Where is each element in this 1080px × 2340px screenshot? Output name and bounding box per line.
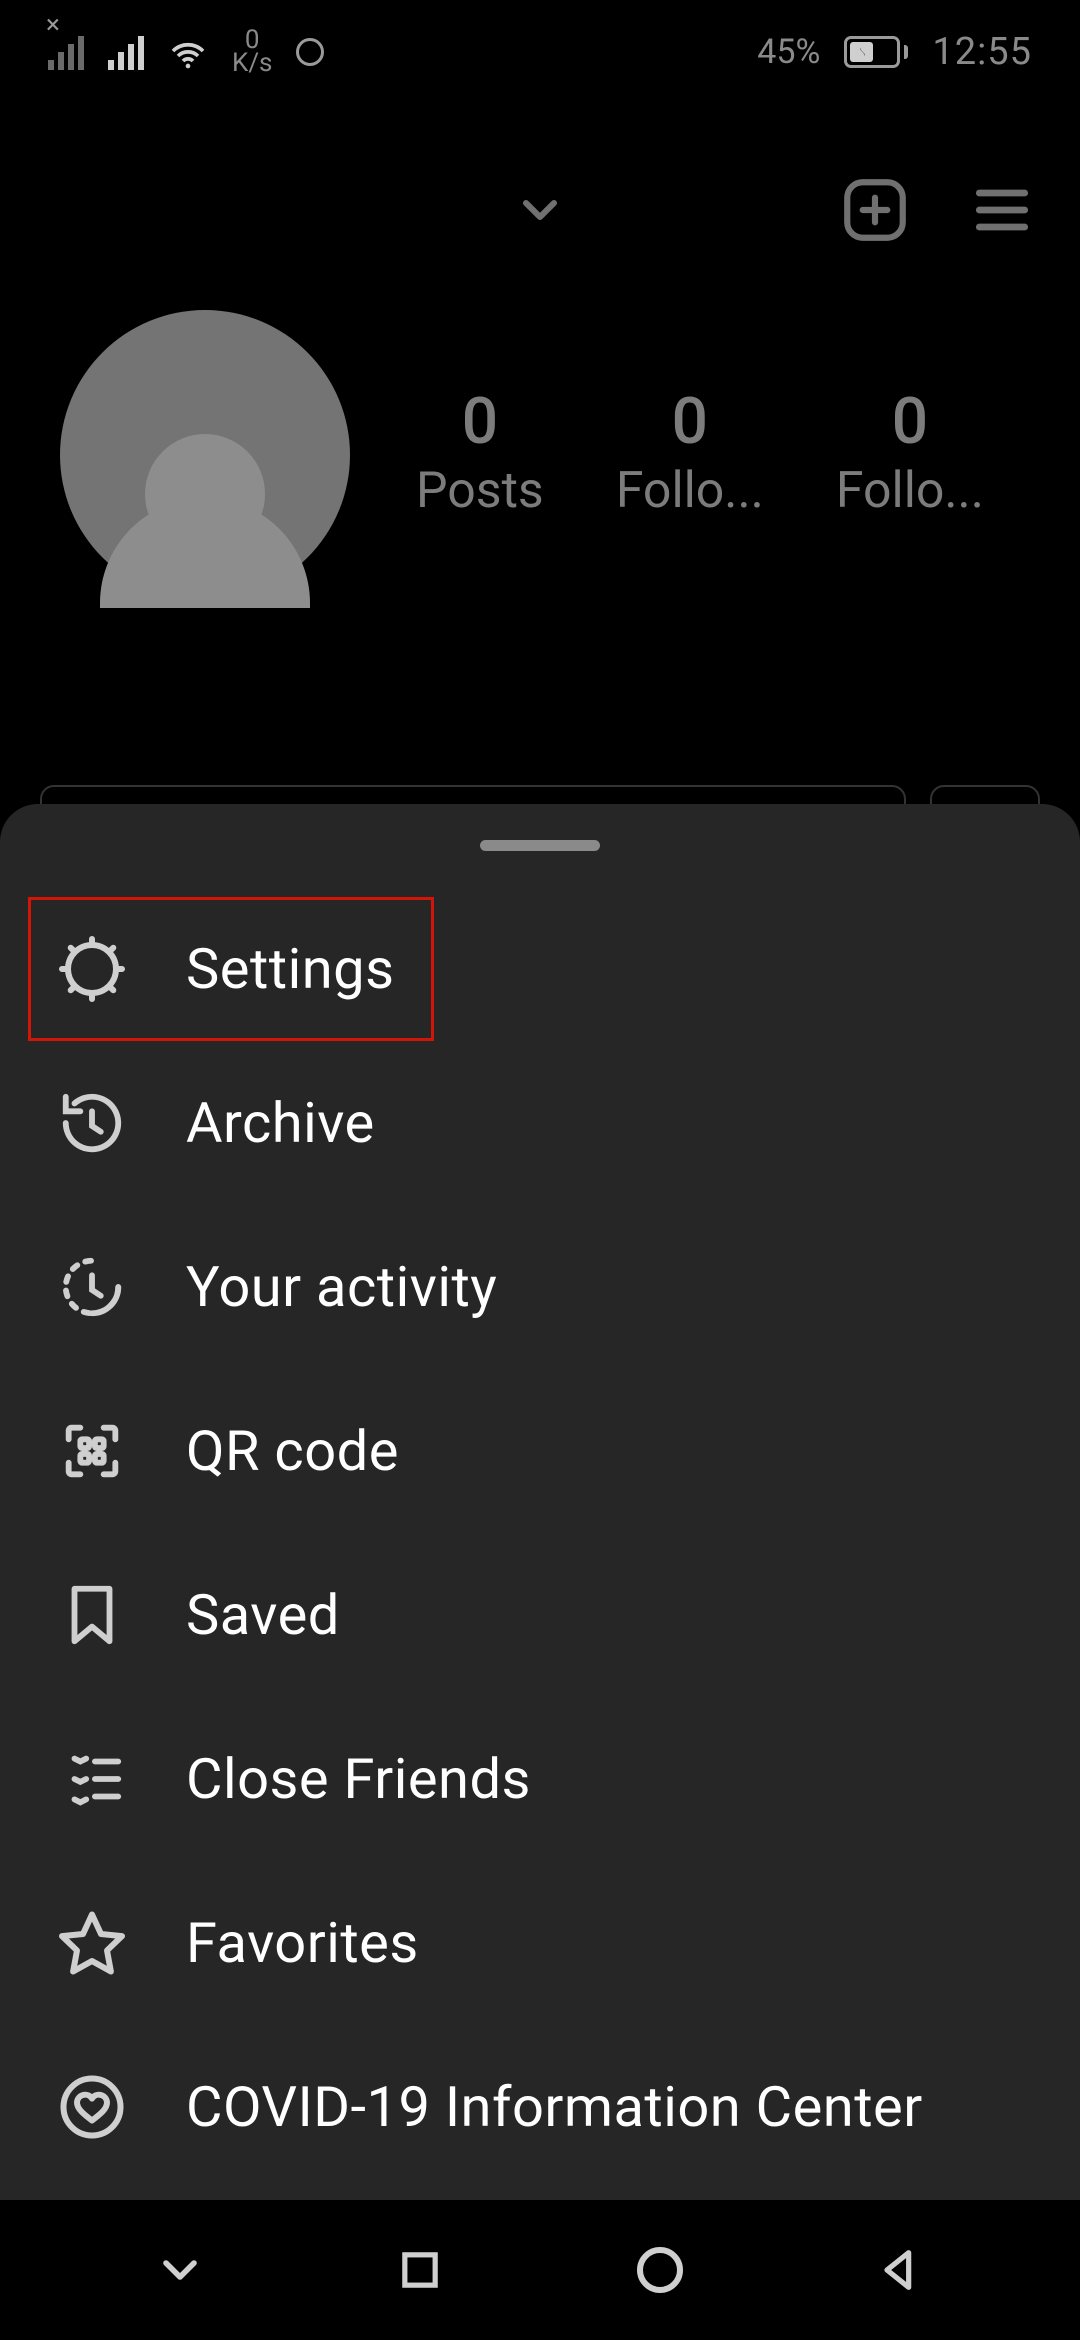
nav-recents[interactable] xyxy=(380,2230,460,2310)
menu-item-label: Favorites xyxy=(186,1910,419,1976)
menu-item-settings[interactable]: Settings xyxy=(28,897,434,1041)
stat-following-label: Follo... xyxy=(836,462,984,520)
hamburger-menu-button[interactable] xyxy=(968,176,1036,244)
close-friends-icon xyxy=(56,1743,128,1815)
menu-list: Settings Archive Your activity QR code S xyxy=(0,897,1080,2189)
stat-followers-label: Follo... xyxy=(616,462,764,520)
menu-item-label: Archive xyxy=(186,1090,375,1156)
heart-circle-icon xyxy=(56,2071,128,2143)
stat-following[interactable]: 0 Follo... xyxy=(836,390,984,520)
system-nav-bar xyxy=(0,2200,1080,2340)
menu-item-archive[interactable]: Archive xyxy=(0,1041,1080,1205)
menu-item-label: COVID-19 Information Center xyxy=(186,2074,923,2140)
menu-item-saved[interactable]: Saved xyxy=(0,1533,1080,1697)
bookmark-icon xyxy=(56,1579,128,1651)
username-dropdown[interactable] xyxy=(512,182,568,238)
menu-item-close-friends[interactable]: Close Friends xyxy=(0,1697,1080,1861)
menu-item-covid[interactable]: COVID-19 Information Center xyxy=(0,2025,1080,2189)
stat-following-value: 0 xyxy=(892,390,928,454)
menu-item-label: Close Friends xyxy=(186,1746,531,1812)
network-speed: 0 K/s xyxy=(232,29,272,76)
avatar[interactable] xyxy=(60,310,350,600)
menu-bottom-sheet: Settings Archive Your activity QR code S xyxy=(0,804,1080,2200)
create-button[interactable] xyxy=(838,173,912,247)
menu-item-your-activity[interactable]: Your activity xyxy=(0,1205,1080,1369)
nav-home[interactable] xyxy=(620,2230,700,2310)
wifi-icon xyxy=(168,36,208,68)
nav-back[interactable] xyxy=(860,2230,940,2310)
menu-item-label: Your activity xyxy=(186,1254,497,1320)
stat-posts-value: 0 xyxy=(462,390,498,454)
profile-header xyxy=(0,140,1080,280)
menu-item-label: QR code xyxy=(186,1418,399,1484)
nav-hide-keyboard[interactable] xyxy=(140,2230,220,2310)
activity-icon xyxy=(56,1251,128,1323)
star-icon xyxy=(56,1907,128,1979)
stat-posts[interactable]: 0 Posts xyxy=(416,390,544,520)
clock: 12:55 xyxy=(932,30,1032,74)
stat-followers[interactable]: 0 Follo... xyxy=(616,390,764,520)
menu-item-label: Saved xyxy=(186,1582,340,1648)
stat-followers-value: 0 xyxy=(672,390,708,454)
gear-icon xyxy=(56,933,128,1005)
sheet-drag-handle[interactable] xyxy=(480,840,600,851)
status-bar: 0 K/s 45% 12:55 xyxy=(0,0,1080,104)
stat-posts-label: Posts xyxy=(416,462,544,520)
signal-1-icon xyxy=(48,34,84,70)
menu-item-label: Settings xyxy=(186,936,394,1002)
menu-item-favorites[interactable]: Favorites xyxy=(0,1861,1080,2025)
qr-code-icon xyxy=(56,1415,128,1487)
archive-icon xyxy=(56,1087,128,1159)
status-circle-icon xyxy=(296,38,324,66)
battery-icon xyxy=(844,36,908,68)
signal-2-icon xyxy=(108,34,144,70)
profile-info: 0 Posts 0 Follo... 0 Follo... xyxy=(0,310,1080,600)
menu-item-qr-code[interactable]: QR code xyxy=(0,1369,1080,1533)
network-speed-unit: K/s xyxy=(232,52,272,75)
battery-percent: 45% xyxy=(757,32,820,72)
